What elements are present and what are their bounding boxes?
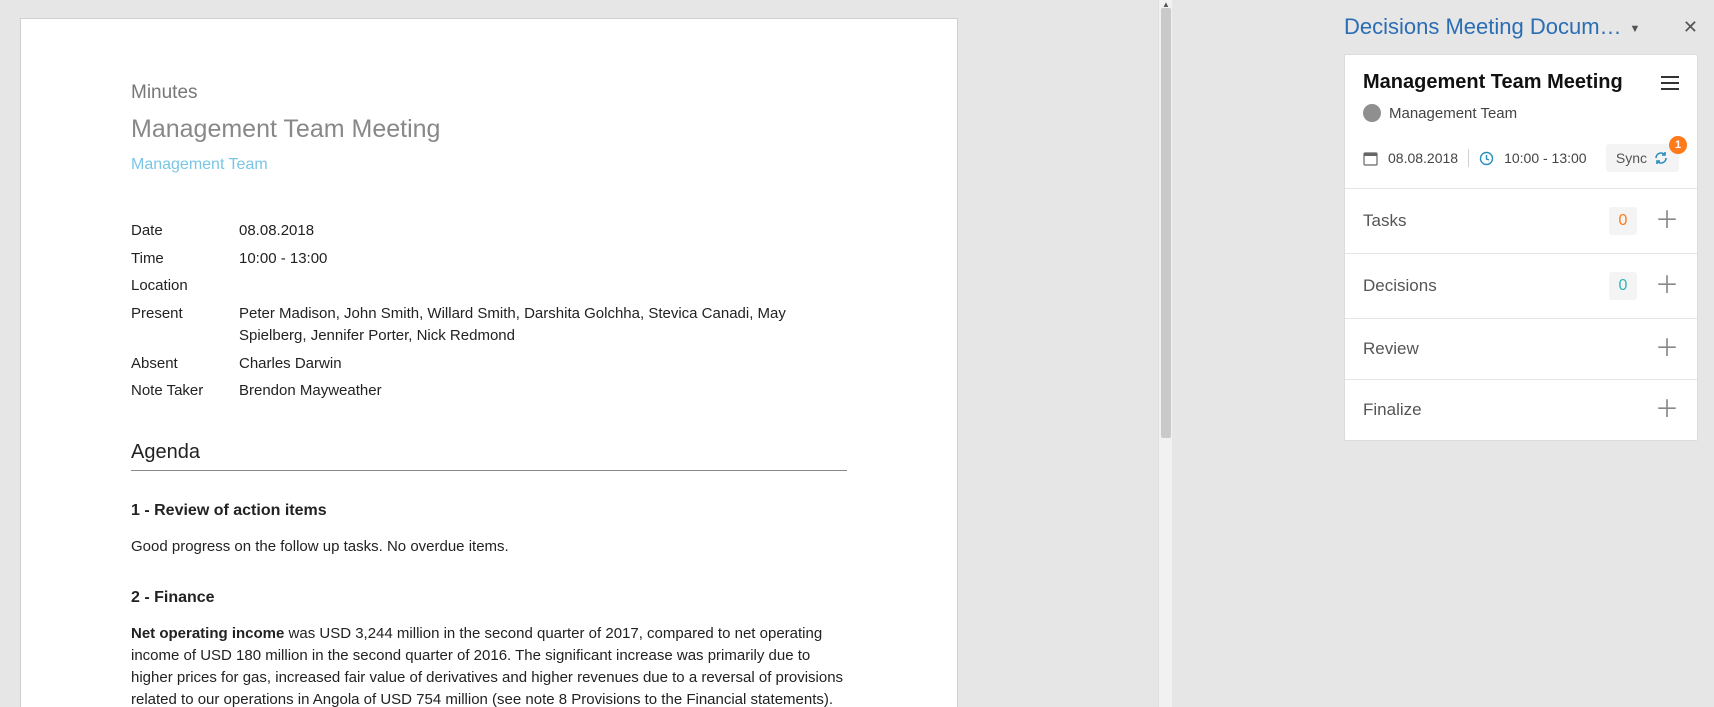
value-location — [239, 275, 847, 297]
label-note-taker: Note Taker — [131, 380, 239, 402]
document-area: Minutes Management Team Meeting Manageme… — [0, 0, 1172, 707]
value-present: Peter Madison, John Smith, Willard Smith… — [239, 303, 847, 347]
agenda-item-2-bold: Net operating income — [131, 625, 284, 642]
scroll-up-icon[interactable]: ▲ — [1159, 0, 1172, 8]
meeting-team: Management Team — [1389, 105, 1517, 122]
document-page: Minutes Management Team Meeting Manageme… — [20, 18, 958, 707]
section-decisions-label: Decisions — [1363, 276, 1437, 296]
value-date: 08.08.2018 — [239, 220, 847, 242]
section-review-label: Review — [1363, 339, 1419, 359]
team-avatar-icon — [1363, 104, 1381, 122]
chevron-down-icon[interactable]: ▼ — [1630, 23, 1641, 35]
section-decisions[interactable]: Decisions 0 ＋ — [1345, 253, 1697, 318]
refresh-icon — [1653, 150, 1669, 166]
meeting-time: 10:00 - 13:00 — [1504, 150, 1587, 166]
section-finalize-label: Finalize — [1363, 400, 1422, 420]
agenda-item-1-head: 1 - Review of action items — [131, 499, 847, 522]
value-absent: Charles Darwin — [239, 353, 847, 375]
side-panel: Decisions Meeting Docum… ▼ ✕ Management … — [1334, 0, 1714, 707]
doc-title-small: Minutes — [131, 79, 847, 107]
agenda-item-2-head: 2 - Finance — [131, 586, 847, 609]
close-icon[interactable]: ✕ — [1683, 17, 1698, 38]
label-present: Present — [131, 303, 239, 347]
agenda-item-1-body: Good progress on the follow up tasks. No… — [131, 536, 847, 558]
section-finalize[interactable]: Finalize ＋ — [1345, 379, 1697, 440]
section-tasks-label: Tasks — [1363, 211, 1406, 231]
label-location: Location — [131, 275, 239, 297]
sync-label: Sync — [1616, 150, 1647, 166]
meeting-title: Management Team Meeting — [1363, 71, 1623, 94]
agenda-heading: Agenda — [131, 438, 847, 471]
label-date: Date — [131, 220, 239, 242]
doc-meta: Date 08.08.2018 Time 10:00 - 13:00 Locat… — [131, 220, 847, 402]
sync-button[interactable]: Sync 1 — [1606, 144, 1679, 172]
add-decision-button[interactable]: ＋ — [1655, 274, 1679, 298]
section-review[interactable]: Review ＋ — [1345, 318, 1697, 379]
panel-title: Decisions Meeting Docum… — [1344, 14, 1622, 40]
tasks-count: 0 — [1609, 207, 1637, 235]
section-tasks[interactable]: Tasks 0 ＋ — [1345, 188, 1697, 253]
clock-icon — [1479, 151, 1494, 166]
scrollbar-thumb[interactable] — [1161, 8, 1171, 438]
expand-review-button[interactable]: ＋ — [1655, 337, 1679, 361]
value-note-taker: Brendon Mayweather — [239, 380, 847, 402]
doc-title-big: Management Team Meeting — [131, 111, 847, 147]
meeting-card: Management Team Meeting Management Team — [1344, 54, 1698, 441]
expand-finalize-button[interactable]: ＋ — [1655, 398, 1679, 422]
panel-header: Decisions Meeting Docum… ▼ ✕ — [1344, 14, 1698, 40]
add-task-button[interactable]: ＋ — [1655, 209, 1679, 233]
decisions-count: 0 — [1609, 272, 1637, 300]
separator — [1468, 149, 1469, 167]
doc-team: Management Team — [131, 153, 847, 176]
label-absent: Absent — [131, 353, 239, 375]
scrollbar[interactable]: ▲ — [1158, 0, 1172, 707]
menu-icon[interactable] — [1661, 76, 1679, 90]
calendar-icon — [1363, 151, 1378, 166]
label-time: Time — [131, 248, 239, 270]
value-time: 10:00 - 13:00 — [239, 248, 847, 270]
agenda-item-2-body: Net operating income was USD 3,244 milli… — [131, 623, 847, 707]
sync-badge: 1 — [1669, 136, 1687, 154]
meeting-date: 08.08.2018 — [1388, 150, 1458, 166]
